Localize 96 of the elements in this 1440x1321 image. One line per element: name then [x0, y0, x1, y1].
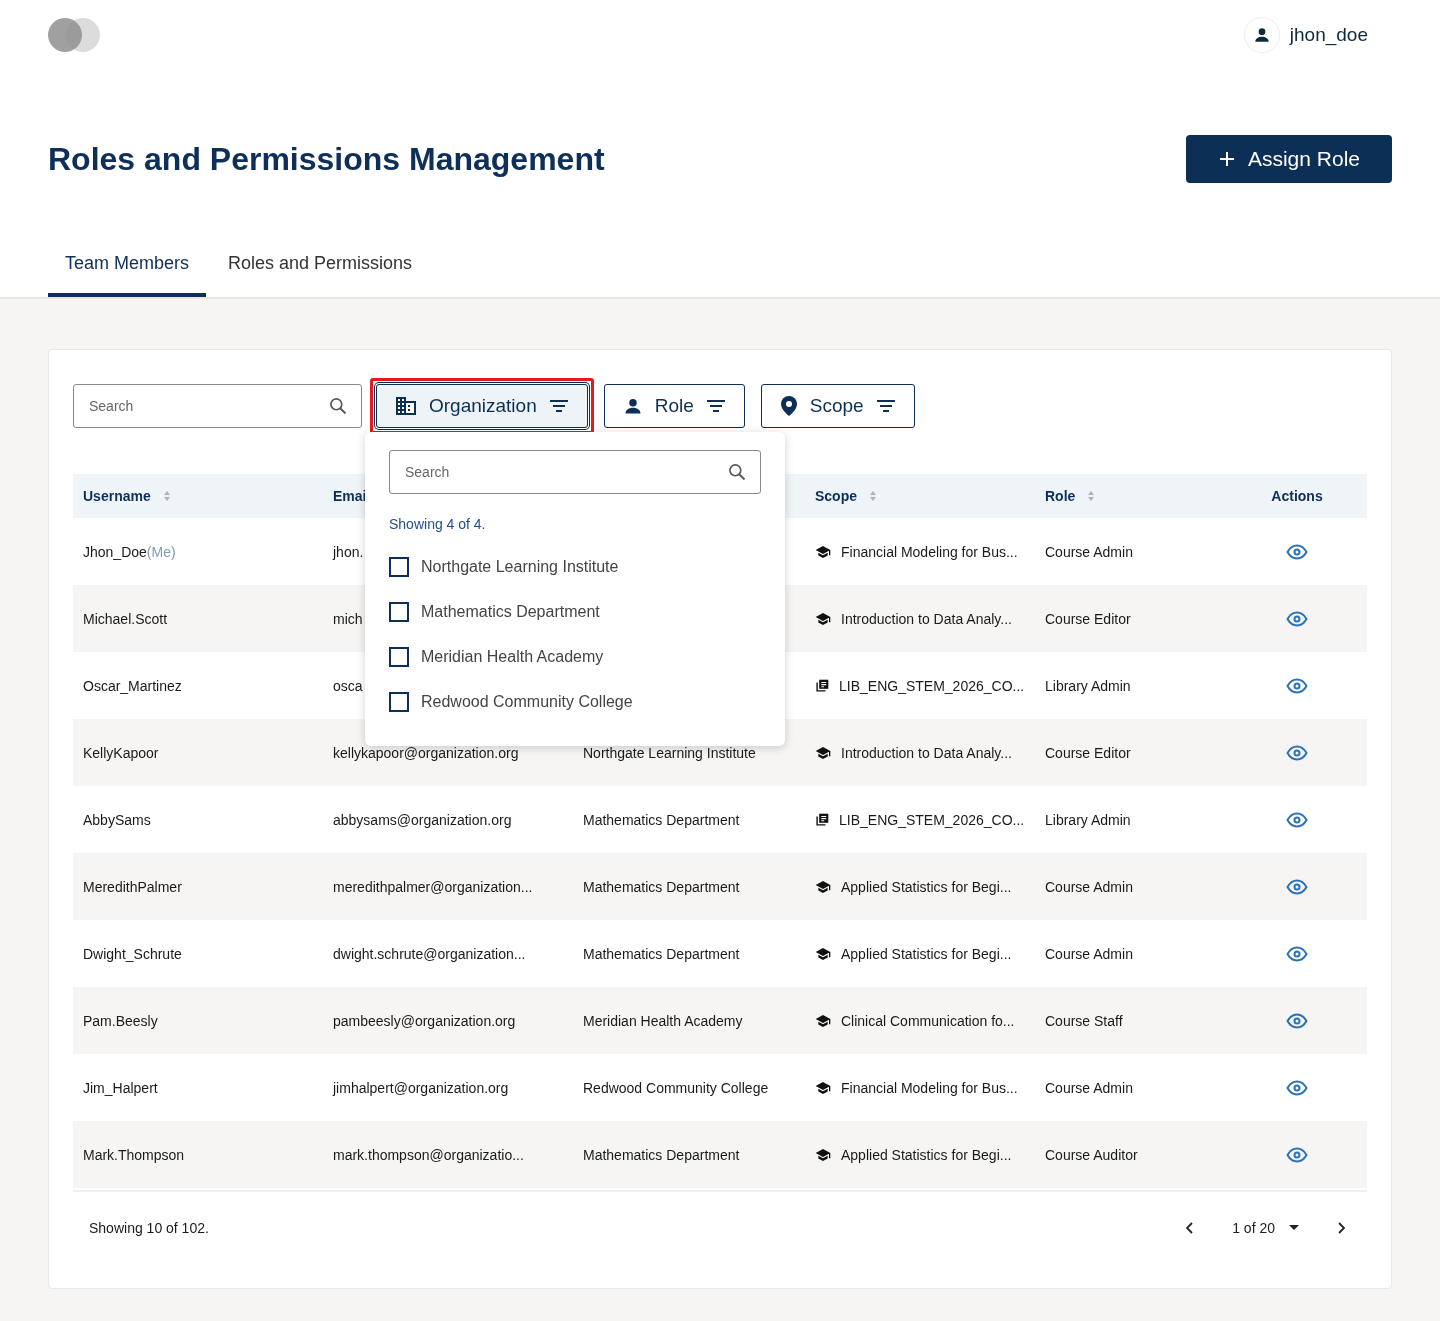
table-cell: Oscar_Martinez — [83, 677, 182, 694]
option-label[interactable]: Northgate Learning Institute — [421, 557, 619, 576]
table-cell: AbbySams — [83, 811, 151, 828]
table-cell: osca — [333, 677, 363, 694]
filter-icon — [875, 399, 896, 413]
column-header[interactable]: Username — [83, 488, 151, 504]
filter-button[interactable]: Role — [603, 384, 745, 428]
table-cell: Mark.Thompson — [83, 1146, 185, 1163]
search-field[interactable]: Search — [389, 450, 761, 494]
graduation-cap-icon — [815, 1080, 831, 1095]
table-cell: kellykapoor@organization.org — [333, 744, 519, 761]
table-cell: pambeesly@organization.org — [333, 1012, 516, 1029]
table-cell: Course Editor — [1045, 610, 1131, 627]
column-header[interactable]: Scope — [815, 488, 857, 504]
table-cell: Applied Statistics for Begi... — [841, 945, 1012, 962]
table-cell: abbysams@organization.org — [333, 811, 512, 828]
table-cell: LIB_ENG_STEM_2026_CO... — [839, 811, 1025, 828]
library-icon — [815, 678, 829, 693]
table-cell: Mathematics Department — [583, 811, 740, 828]
table-cell: meredithpalmer@organization... — [333, 878, 533, 895]
table-cell: Library Admin — [1045, 677, 1131, 694]
table-cell: Financial Modeling for Bus... — [841, 1079, 1018, 1096]
filter-button[interactable]: Organization — [376, 384, 588, 428]
building-icon — [395, 396, 417, 416]
table-cell: Course Admin — [1045, 1079, 1133, 1096]
table-cell: Pam.Beesly — [83, 1012, 158, 1029]
filter-button[interactable]: Scope — [760, 384, 915, 428]
page-title: Roles and Permissions Management — [48, 140, 605, 178]
table-cell: Course Admin — [1045, 543, 1133, 560]
graduation-cap-icon — [815, 879, 831, 894]
table-cell: jimhalpert@organization.org — [333, 1079, 509, 1096]
table-cell: Northgate Learning Institute — [583, 744, 756, 761]
checkbox[interactable] — [389, 646, 409, 667]
graduation-cap-icon — [815, 1147, 831, 1162]
table-cell: Applied Statistics for Begi... — [841, 1146, 1012, 1163]
results-count: Showing 10 of 102. — [89, 1220, 209, 1236]
logo-icon — [48, 18, 100, 52]
table-cell: Michael.Scott — [83, 610, 168, 627]
search-icon — [328, 396, 348, 416]
table-cell: Mathematics Department — [583, 878, 740, 895]
table-cell: Meridian Health Academy — [583, 1012, 743, 1029]
results-count: Showing 4 of 4. — [389, 516, 487, 532]
filter-icon — [705, 399, 726, 413]
caret-down-icon — [1289, 1225, 1299, 1231]
table-cell: Introduction to Data Analy... — [841, 744, 1012, 761]
checkbox[interactable] — [389, 556, 409, 577]
table-cell: Course Admin — [1045, 878, 1133, 895]
chevron-left-icon — [1186, 1222, 1195, 1234]
table-cell: Jim_Halpert — [83, 1079, 158, 1096]
table-cell: mich — [333, 610, 363, 627]
chevron-right-icon — [1337, 1222, 1345, 1234]
table-cell: Financial Modeling for Bus... — [841, 543, 1018, 560]
table-cell: KellyKapoor — [83, 744, 159, 761]
library-icon — [815, 812, 829, 827]
graduation-cap-icon — [815, 544, 831, 559]
graduation-cap-icon — [815, 745, 831, 760]
tab[interactable]: Roles and Permissions — [211, 241, 430, 297]
table-cell: Mathematics Department — [583, 945, 740, 962]
table-cell: Course Editor — [1045, 744, 1131, 761]
assign-role-button[interactable]: Assign Role — [1185, 135, 1392, 183]
option-label[interactable]: Meridian Health Academy — [421, 647, 604, 666]
username[interactable]: jhon_doe — [1289, 24, 1368, 46]
graduation-cap-icon — [815, 611, 831, 626]
table-cell: MeredithPalmer — [83, 878, 182, 895]
option-label[interactable]: Redwood Community College — [421, 692, 633, 711]
filter-icon — [548, 399, 569, 413]
table-cell: Clinical Communication fo... — [841, 1012, 1015, 1029]
table-cell: LIB_ENG_STEM_2026_CO... — [839, 677, 1025, 694]
column-header[interactable]: Role — [1045, 488, 1076, 504]
tab[interactable]: Team Members — [48, 241, 207, 297]
graduation-cap-icon — [815, 1013, 831, 1028]
plus-icon — [1217, 150, 1236, 168]
table-cell: Course Auditor — [1045, 1146, 1138, 1163]
table-cell: Jhon_Doe(Me) — [83, 543, 176, 560]
table-cell: Course Staff — [1045, 1012, 1123, 1029]
checkbox[interactable] — [389, 601, 409, 622]
checkbox[interactable] — [389, 691, 409, 712]
column-header: Actions — [1271, 488, 1323, 504]
graduation-cap-icon — [815, 946, 831, 961]
table-cell: Redwood Community College — [583, 1079, 769, 1096]
table-cell: Introduction to Data Analy... — [841, 610, 1012, 627]
table-cell: Applied Statistics for Begi... — [841, 878, 1012, 895]
table-cell: Mathematics Department — [583, 1146, 740, 1163]
search-field[interactable]: Search — [73, 384, 362, 428]
location-pin-icon — [779, 395, 798, 417]
table-cell: mark.thompson@organizatio... — [333, 1146, 524, 1163]
table-cell: dwight.schrute@organization... — [333, 945, 526, 962]
option-label[interactable]: Mathematics Department — [421, 602, 600, 621]
table-cell: jhon. — [333, 543, 364, 560]
page-select[interactable]: 1 of 20 — [1226, 1219, 1305, 1237]
table-cell: Course Admin — [1045, 945, 1133, 962]
table-cell: Library Admin — [1045, 811, 1131, 828]
table-cell: Dwight_Schrute — [83, 945, 182, 962]
person-icon — [622, 396, 643, 416]
search-icon — [727, 462, 747, 482]
column-header: Emai — [333, 488, 367, 504]
